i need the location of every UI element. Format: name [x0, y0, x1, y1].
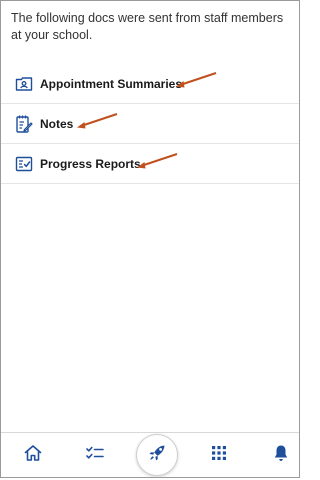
home-icon [23, 443, 43, 468]
id-card-icon [13, 73, 35, 95]
report-checklist-icon [13, 153, 35, 175]
nav-home-button[interactable] [21, 443, 45, 467]
doc-item-notes[interactable]: Notes [1, 104, 299, 144]
doc-item-label: Notes [40, 116, 74, 131]
bottom-nav-bar [1, 432, 299, 477]
nav-apps-button[interactable] [207, 443, 231, 467]
doc-item-progress-reports[interactable]: Progress Reports [1, 144, 299, 184]
notes-icon [13, 113, 35, 135]
documents-list: Appointment Summaries Notes Progress Rep… [1, 64, 299, 184]
doc-item-appointment-summaries[interactable]: Appointment Summaries [1, 64, 299, 104]
nav-tasks-button[interactable] [83, 443, 107, 467]
doc-item-label: Progress Reports [40, 156, 141, 171]
bell-icon [272, 443, 290, 468]
nav-launch-button[interactable] [136, 434, 178, 476]
nav-notifications-button[interactable] [269, 443, 293, 467]
rocket-icon [146, 442, 168, 469]
doc-item-label: Appointment Summaries [40, 76, 183, 91]
apps-grid-icon [210, 444, 228, 467]
checklist-icon [85, 444, 105, 467]
intro-text: The following docs were sent from staff … [11, 11, 284, 42]
app-screen: The following docs were sent from staff … [0, 0, 300, 478]
